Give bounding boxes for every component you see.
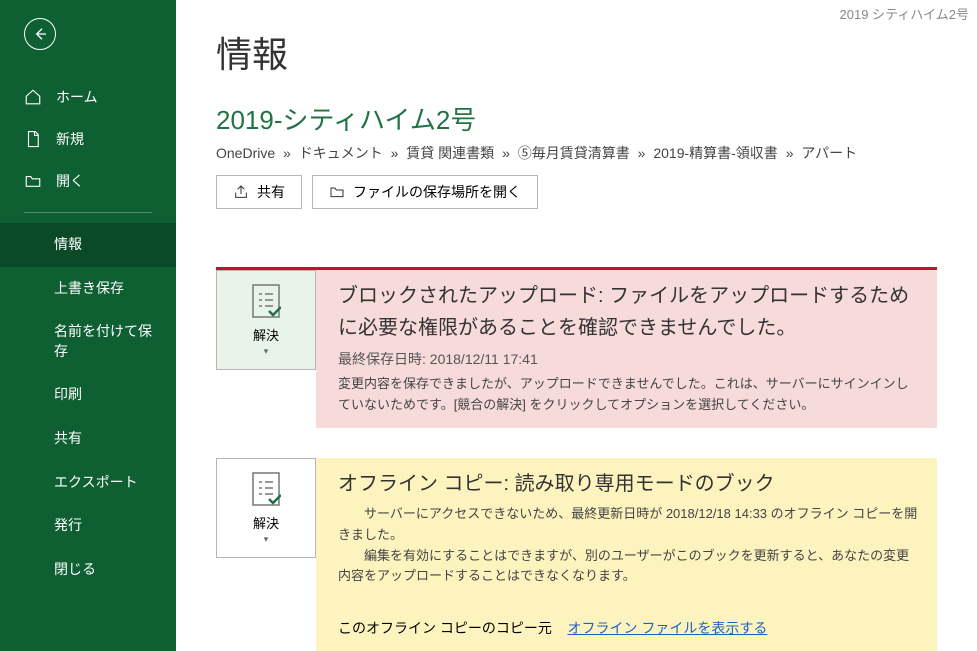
button-label: 共有 xyxy=(257,182,285,202)
main-content: 2019 シティハイム2号 情報 2019-シティハイム2号 OneDrive … xyxy=(176,0,977,651)
page-title: 情報 xyxy=(216,26,937,78)
path-seg: 賃貸 関連書類 xyxy=(406,145,494,161)
resolve-button[interactable]: 解決 ▾ xyxy=(216,270,316,370)
notice-body: オフライン コピー: 読み取り専用モードのブック サーバーにアクセスできないため… xyxy=(316,458,937,651)
folder-open-icon xyxy=(24,172,42,190)
notice-desc: 変更内容を保存できましたが、アップロードできませんでした。これは、サーバーにサイ… xyxy=(338,374,919,416)
document-check-icon xyxy=(251,471,281,507)
path-sep: » xyxy=(638,145,646,161)
nav-publish[interactable]: 発行 xyxy=(0,504,176,548)
notice-body: ブロックされたアップロード: ファイルをアップロードするために必要な権限があるこ… xyxy=(316,270,937,428)
path-sep: » xyxy=(391,145,399,161)
notice-line: 編集を有効にすることはできますが、別のユーザーがこのブックを更新すると、あなたの… xyxy=(338,546,919,588)
nav-print[interactable]: 印刷 xyxy=(0,373,176,417)
titlebar-filename: 2019 シティハイム2号 xyxy=(840,4,969,23)
nav-saveas[interactable]: 名前を付けて保存 xyxy=(0,310,176,373)
chevron-down-icon: ▾ xyxy=(264,346,269,357)
nav-label: ホーム xyxy=(56,87,98,107)
tile-label: 解決 xyxy=(253,513,279,532)
nav-share[interactable]: 共有 xyxy=(0,417,176,461)
home-icon xyxy=(24,88,42,106)
file-name: 2019-シティハイム2号 xyxy=(216,100,937,137)
chevron-down-icon: ▾ xyxy=(264,534,269,545)
notice-footer: このオフライン コピーのコピー元 オフライン ファイルを表示する xyxy=(338,617,919,639)
path-sep: » xyxy=(502,145,510,161)
arrow-left-icon xyxy=(32,26,48,42)
nav-export[interactable]: エクスポート xyxy=(0,461,176,505)
notice-line: サーバーにアクセスできないため、最終更新日時が 2018/12/18 14:33… xyxy=(338,504,919,546)
tile-label: 解決 xyxy=(253,325,279,344)
path-sep: » xyxy=(786,145,794,161)
offline-copy-notice: 解決 ▾ オフライン コピー: 読み取り専用モードのブック サーバーにアクセスで… xyxy=(216,458,937,651)
path-seg: 2019-精算書-領収書 xyxy=(653,145,777,161)
open-file-location-button[interactable]: ファイルの保存場所を開く xyxy=(312,175,538,209)
document-check-icon xyxy=(251,283,281,319)
resolve-button[interactable]: 解決 ▾ xyxy=(216,458,316,558)
nav-new[interactable]: 新規 xyxy=(0,118,176,160)
share-icon xyxy=(233,184,249,200)
notice-meta: 最終保存日時: 2018/12/11 17:41 xyxy=(338,348,919,370)
action-row: 共有 ファイルの保存場所を開く xyxy=(216,175,937,209)
button-label: ファイルの保存場所を開く xyxy=(353,182,521,202)
backstage-sidebar: ホーム 新規 開く 情報 上書き保存 名前を付けて保存 印刷 共有 エクスポート… xyxy=(0,0,176,651)
notice-heading: オフライン コピー: 読み取り専用モードのブック xyxy=(338,468,919,500)
footer-label: このオフライン コピーのコピー元 xyxy=(338,620,552,636)
nav-open[interactable]: 開く xyxy=(0,160,176,202)
path-seg: OneDrive xyxy=(216,145,275,161)
nav-label: 新規 xyxy=(56,129,84,149)
nav-save[interactable]: 上書き保存 xyxy=(0,267,176,311)
nav-home[interactable]: ホーム xyxy=(0,76,176,118)
show-offline-file-link[interactable]: オフライン ファイルを表示する xyxy=(567,620,767,636)
back-button[interactable] xyxy=(24,18,56,50)
nav-label: 開く xyxy=(56,171,84,191)
folder-open-icon xyxy=(329,184,345,200)
path-sep: » xyxy=(283,145,291,161)
nav-close[interactable]: 閉じる xyxy=(0,548,176,592)
upload-blocked-notice: 解決 ▾ ブロックされたアップロード: ファイルをアップロードするために必要な権… xyxy=(216,267,937,428)
path-seg: ドキュメント xyxy=(299,145,383,161)
new-file-icon xyxy=(24,130,42,148)
file-path: OneDrive » ドキュメント » 賃貸 関連書類 » ⑤毎月賃貸清算書 »… xyxy=(216,143,937,163)
path-seg: アパート xyxy=(801,145,857,161)
divider xyxy=(24,212,152,213)
path-seg: ⑤毎月賃貸清算書 xyxy=(518,145,630,161)
nav-info[interactable]: 情報 xyxy=(0,223,176,267)
share-button[interactable]: 共有 xyxy=(216,175,302,209)
notice-heading: ブロックされたアップロード: ファイルをアップロードするために必要な権限があるこ… xyxy=(338,280,919,344)
